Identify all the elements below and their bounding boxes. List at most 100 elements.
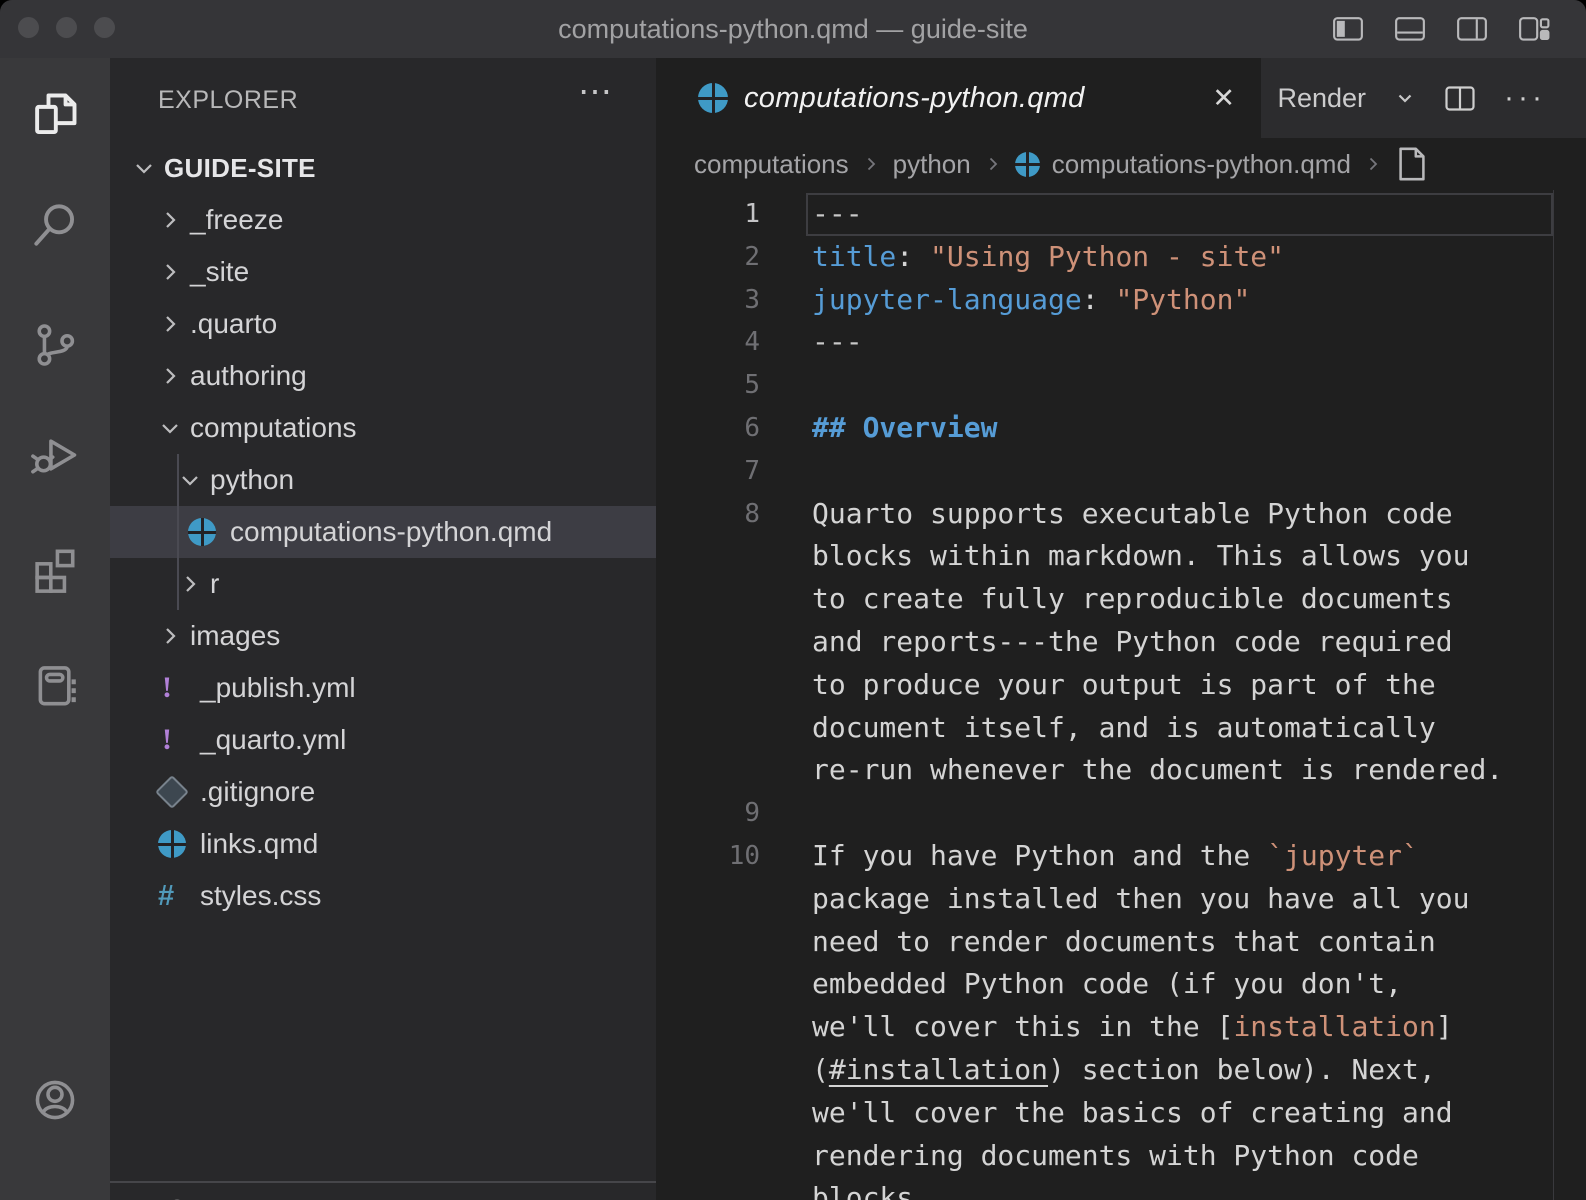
chevron-right-icon xyxy=(158,364,190,388)
code-line[interactable]: 7 xyxy=(656,450,1586,493)
render-button[interactable]: Render xyxy=(1277,83,1366,114)
tree-item-links-qmd[interactable]: links.qmd xyxy=(110,818,656,870)
tree-item-styles-css[interactable]: #styles.css xyxy=(110,870,656,922)
code-line[interactable]: document itself, and is automatically xyxy=(656,707,1586,750)
tree-item-guide-site[interactable]: GUIDE-SITE xyxy=(110,142,656,194)
chevron-right-icon xyxy=(158,312,190,336)
tree-item-computations-python-qmd[interactable]: computations-python.qmd xyxy=(110,506,656,558)
customize-layout-icon[interactable] xyxy=(1518,15,1550,43)
code-token: "Using Python - site" xyxy=(930,240,1284,273)
code-token: we'll cover this in the [ xyxy=(812,1010,1233,1043)
code-line[interactable]: need to render documents that contain xyxy=(656,921,1586,964)
explorer-more-actions-icon[interactable]: ⋯ xyxy=(578,72,614,112)
tree-item-python[interactable]: python xyxy=(110,454,656,506)
code-line[interactable]: to produce your output is part of the xyxy=(656,664,1586,707)
code-line[interactable]: rendering documents with Python code xyxy=(656,1135,1586,1178)
code-line[interactable]: we'll cover this in the [installation] xyxy=(656,1006,1586,1049)
explorer-title: EXPLORER xyxy=(158,86,298,115)
code-token: ] xyxy=(1436,1010,1453,1043)
breadcrumb-item-python[interactable]: python xyxy=(893,149,971,180)
tree-item--gitignore[interactable]: .gitignore xyxy=(110,766,656,818)
notebook-activity-item[interactable] xyxy=(29,659,81,711)
tab-close-icon[interactable]: ✕ xyxy=(1212,83,1235,114)
code-line[interactable]: 4--- xyxy=(656,321,1586,364)
run-debug-activity-item[interactable] xyxy=(29,429,81,481)
outline-section: OUTLINE xyxy=(110,1181,656,1200)
quarto-icon xyxy=(698,83,728,113)
tree-item--quarto-yml[interactable]: !_quarto.yml xyxy=(110,714,656,766)
toggle-secondary-sidebar-icon[interactable] xyxy=(1456,15,1488,43)
layout-controls xyxy=(1332,0,1550,58)
code-line[interactable]: 9 xyxy=(656,792,1586,835)
chevron-down-icon xyxy=(178,468,210,492)
code-line[interactable]: 3jupyter-language: "Python" xyxy=(656,279,1586,322)
line-number: 8 xyxy=(656,493,760,536)
tree-item-label: _freeze xyxy=(190,204,283,236)
editor-group: computations-python.qmd ✕ Render ··· com… xyxy=(656,58,1586,1200)
tab-computations-python[interactable]: computations-python.qmd ✕ xyxy=(656,58,1261,138)
account-activity-item[interactable] xyxy=(29,1074,81,1126)
code-line[interactable]: blocks within markdown. This allows you xyxy=(656,535,1586,578)
tree-item--freeze[interactable]: _freeze xyxy=(110,194,656,246)
code-line[interactable]: 2title: "Using Python - site" xyxy=(656,236,1586,279)
yaml-icon: ! xyxy=(158,671,172,705)
breadcrumb-item-file[interactable] xyxy=(1395,145,1429,183)
tree-item--quarto[interactable]: .quarto xyxy=(110,298,656,350)
more-actions-icon[interactable]: ··· xyxy=(1504,81,1546,115)
chevron-right-icon xyxy=(158,260,190,284)
code-token: package installed then you have all you xyxy=(812,882,1469,915)
code-token: --- xyxy=(812,325,863,358)
toggle-primary-sidebar-icon[interactable] xyxy=(1332,15,1364,43)
tree-item-r[interactable]: r xyxy=(110,558,656,610)
code-line[interactable]: package installed then you have all you xyxy=(656,878,1586,921)
tree-item--publish-yml[interactable]: !_publish.yml xyxy=(110,662,656,714)
split-editor-icon[interactable] xyxy=(1444,85,1476,112)
chevron-down-icon[interactable] xyxy=(1394,87,1416,109)
source-control-icon xyxy=(29,319,81,371)
code-token: jupyter-language xyxy=(812,283,1082,316)
code-line[interactable]: 8Quarto supports executable Python code xyxy=(656,493,1586,536)
code-token: need to render documents that contain xyxy=(812,925,1436,958)
tree-item--site[interactable]: _site xyxy=(110,246,656,298)
code-line[interactable]: and reports---the Python code required xyxy=(656,621,1586,664)
outline-header[interactable]: OUTLINE xyxy=(110,1183,656,1200)
code-token: `jupyter` xyxy=(1267,839,1419,872)
code-line[interactable]: we'll cover the basics of creating and xyxy=(656,1092,1586,1135)
code-token: to create fully reproducible documents xyxy=(812,582,1453,615)
code-line[interactable]: to create fully reproducible documents xyxy=(656,578,1586,621)
code-token: : xyxy=(1082,283,1116,316)
indent-guide xyxy=(177,454,179,610)
line-number: 10 xyxy=(656,835,760,878)
outline-label: OUTLINE xyxy=(167,1194,281,1200)
breadcrumb-label: python xyxy=(893,149,971,180)
settings-gear-activity-item[interactable] xyxy=(29,1194,81,1200)
code-line[interactable]: (#installation) section below). Next, xyxy=(656,1049,1586,1092)
code-line[interactable]: 1--- xyxy=(656,193,1586,236)
tree-item-images[interactable]: images xyxy=(110,610,656,662)
tree-item-label: r xyxy=(210,568,219,600)
code-line[interactable]: blocks. xyxy=(656,1177,1586,1200)
chevron-right-icon xyxy=(178,572,210,596)
code-editor[interactable]: 1---2title: "Using Python - site"3jupyte… xyxy=(656,190,1586,1200)
breadcrumb-item-computations[interactable]: computations xyxy=(694,149,849,180)
code-line[interactable]: 5 xyxy=(656,364,1586,407)
explorer-header: EXPLORER ⋯ xyxy=(110,58,656,142)
notebook-icon xyxy=(29,659,81,711)
code-line[interactable]: 6## Overview xyxy=(656,407,1586,450)
code-line[interactable]: 10If you have Python and the `jupyter` xyxy=(656,835,1586,878)
chevron-down-icon xyxy=(132,156,164,180)
git-icon xyxy=(158,780,200,804)
code-line[interactable]: embedded Python code (if you don't, xyxy=(656,963,1586,1006)
explorer-activity-item[interactable] xyxy=(29,89,81,141)
tree-item-authoring[interactable]: authoring xyxy=(110,350,656,402)
code-line[interactable]: re-run whenever the document is rendered… xyxy=(656,749,1586,792)
toggle-panel-icon[interactable] xyxy=(1394,15,1426,43)
quarto-icon xyxy=(158,830,200,858)
extensions-activity-item[interactable] xyxy=(29,544,81,596)
tree-item-computations[interactable]: computations xyxy=(110,402,656,454)
source-control-activity-item[interactable] xyxy=(29,319,81,371)
search-activity-item[interactable] xyxy=(29,199,81,251)
breadcrumb-item-computations-python-qmd[interactable]: computations-python.qmd xyxy=(1015,149,1351,180)
breadcrumb-separator-icon xyxy=(1364,154,1382,174)
chevron-right-icon xyxy=(158,208,190,232)
